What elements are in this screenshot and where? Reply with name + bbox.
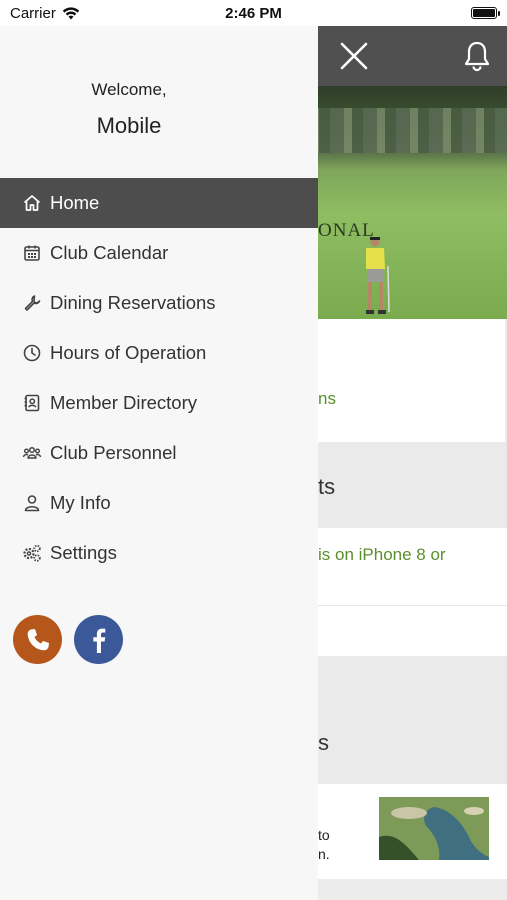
- course-thumbnail: [379, 797, 489, 860]
- clock-icon: [22, 343, 42, 363]
- menu-item-label: Member Directory: [50, 392, 197, 413]
- status-bar: Carrier 2:46 PM: [0, 0, 507, 26]
- section-title: ts: [318, 474, 336, 499]
- section-title: s: [318, 730, 329, 755]
- bell-icon[interactable]: [462, 40, 492, 72]
- menu-item-label: Dining Reservations: [50, 292, 216, 313]
- news-card-text: to n.: [318, 827, 330, 862]
- home-icon: [22, 193, 42, 213]
- menu-item-settings[interactable]: Settings: [0, 528, 318, 578]
- menu-item-label: Club Personnel: [50, 442, 177, 463]
- facebook-icon: [92, 628, 105, 653]
- wrench-icon: [22, 293, 42, 313]
- menu-item-label: My Info: [50, 492, 111, 513]
- contact-book-icon: [22, 393, 42, 413]
- social-links: [13, 615, 123, 664]
- status-time: 2:46 PM: [225, 4, 282, 22]
- card-link[interactable]: is on iPhone 8 or: [318, 545, 446, 565]
- battery-icon: [471, 7, 500, 19]
- close-icon[interactable]: [338, 40, 370, 72]
- username: Mobile: [96, 113, 162, 138]
- menu-item-label: Club Calendar: [50, 242, 169, 263]
- phone-icon: [27, 628, 49, 650]
- golfer-figure: [366, 237, 390, 314]
- menu-item-label: Home: [50, 192, 100, 213]
- menu-item-member-directory[interactable]: Member Directory: [0, 378, 318, 428]
- menu-item-my-info[interactable]: My Info: [0, 478, 318, 528]
- gears-icon: [22, 543, 42, 563]
- phone-button[interactable]: [13, 615, 62, 664]
- menu-item-home[interactable]: Home: [0, 178, 318, 228]
- menu-item-dining-reservations[interactable]: Dining Reservations: [0, 278, 318, 328]
- drawer-menu: Home Club Calendar Dining Reservations H…: [0, 178, 318, 578]
- menu-item-club-personnel[interactable]: Club Personnel: [0, 428, 318, 478]
- menu-item-label: Hours of Operation: [50, 342, 207, 363]
- menu-item-club-calendar[interactable]: Club Calendar: [0, 228, 318, 278]
- calendar-icon: [22, 243, 42, 263]
- side-drawer: Welcome, Mobile Home Club Calendar Dinin…: [0, 26, 318, 900]
- welcome-label: Welcome,: [91, 80, 167, 99]
- menu-item-hours-of-operation[interactable]: Hours of Operation: [0, 328, 318, 378]
- user-icon: [22, 493, 42, 513]
- facebook-button[interactable]: [74, 615, 123, 664]
- card-link[interactable]: ns: [318, 389, 336, 409]
- menu-item-label: Settings: [50, 542, 117, 563]
- people-icon: [22, 443, 42, 463]
